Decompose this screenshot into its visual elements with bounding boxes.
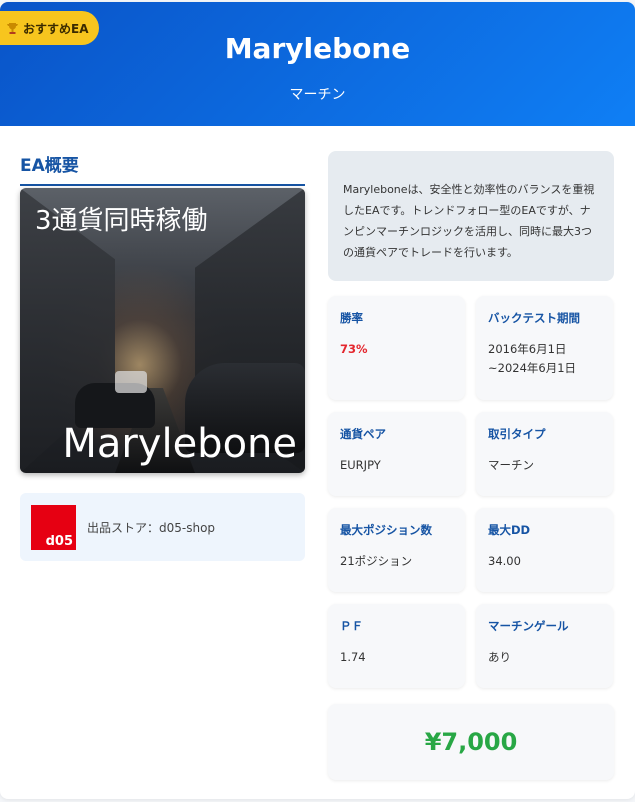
stat-value: 21ポジション	[340, 554, 413, 568]
stat-card-currency-pair: 通貨ペア EURJPY	[328, 412, 465, 496]
section-title: EA概要	[20, 152, 305, 186]
stat-label: ＰＦ	[340, 619, 363, 633]
stat-value: 1.74	[340, 650, 366, 664]
stat-card-trade-type: 取引タイプ マーチン	[476, 412, 613, 496]
product-title: Marylebone	[224, 32, 411, 65]
stat-label: 最大ポジション数	[340, 523, 432, 537]
ea-product-card: おすすめEA Marylebone マーチン EA概要 3通貨同時稼働 Mary…	[0, 2, 635, 799]
stat-value: あり	[488, 650, 511, 664]
stat-label: バックテスト期間	[488, 311, 580, 325]
store-box[interactable]: d05 出品ストア：d05-shop	[20, 493, 305, 561]
stat-value: 73%	[340, 342, 368, 356]
stat-value: 2016年6月1日~2024年6月1日	[488, 342, 577, 375]
store-logo-text: d05	[45, 533, 73, 549]
stat-card-win-rate: 勝率 73%	[328, 296, 465, 400]
store-label: 出品ストア：d05-shop	[87, 520, 216, 535]
description-box: Maryleboneは、安全性と効率性のバランスを重視したEAです。トレンドフォ…	[328, 151, 614, 281]
image-caption-top: 3通貨同時稼働	[35, 206, 208, 236]
store-logo: d05	[31, 504, 76, 550]
price-box[interactable]: ¥7,000	[328, 704, 614, 780]
stat-value: 34.00	[488, 554, 521, 568]
stat-value: マーチン	[488, 458, 534, 472]
overview-column: EA概要 3通貨同時稼働 Marylebone d05 出品ストア：d05-sh…	[20, 152, 305, 561]
stat-label: マーチンゲール	[488, 619, 569, 633]
stat-card-max-positions: 最大ポジション数 21ポジション	[328, 508, 465, 592]
stat-card-martingale: マーチンゲール あり	[476, 604, 613, 688]
image-caption-bottom: Marylebone	[62, 421, 297, 467]
stat-label: 勝率	[340, 311, 363, 325]
stat-label: 最大DD	[488, 523, 531, 537]
product-subtitle: マーチン	[289, 87, 346, 103]
stat-card-pf: ＰＦ 1.74	[328, 604, 465, 688]
product-image: 3通貨同時稼働 Marylebone	[20, 188, 305, 473]
product-header: おすすめEA Marylebone マーチン	[0, 2, 635, 126]
stat-label: 取引タイプ	[488, 427, 546, 441]
stat-card-max-dd: 最大DD 34.00	[476, 508, 613, 592]
stat-value: EURJPY	[340, 458, 381, 472]
stat-label: 通貨ペア	[340, 427, 386, 441]
stat-card-backtest-period: バックテスト期間 2016年6月1日~2024年6月1日	[476, 296, 613, 400]
